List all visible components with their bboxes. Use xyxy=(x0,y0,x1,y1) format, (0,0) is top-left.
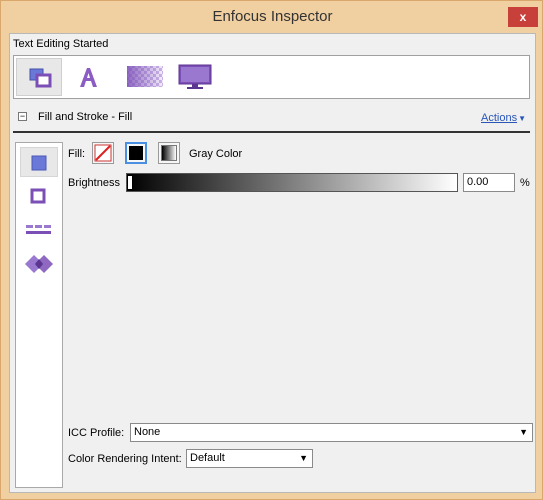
icc-profile-select[interactable]: None ▼ xyxy=(130,423,533,442)
gradient-icon xyxy=(161,145,177,161)
stroke-tab[interactable] xyxy=(20,181,58,211)
color-space-label: Gray Color xyxy=(189,148,243,160)
window-title: Enfocus Inspector xyxy=(212,8,333,25)
fill-tab[interactable] xyxy=(20,147,58,177)
section-header: − Fill and Stroke - Fill Actions▼ xyxy=(13,108,530,128)
rendering-intent-label: Color Rendering Intent: xyxy=(68,453,182,465)
slider-handle[interactable] xyxy=(127,175,133,190)
inspector-panel: Text Editing Started − Fill and Stroke -… xyxy=(9,33,536,493)
section-title: Fill and Stroke - Fill xyxy=(38,111,133,123)
solid-fill-swatch[interactable] xyxy=(125,142,147,164)
transparency-tab-button[interactable] xyxy=(122,58,168,96)
display-tab-button[interactable] xyxy=(172,58,218,96)
rendering-intent-select[interactable]: Default ▼ xyxy=(186,449,313,468)
fill-square-icon xyxy=(31,155,47,171)
no-fill-icon xyxy=(94,144,112,162)
section-divider xyxy=(13,131,530,133)
dropdown-arrow-icon: ▼ xyxy=(299,453,308,463)
overprint-icon xyxy=(25,255,53,273)
rendering-intent-value: Default xyxy=(190,452,225,464)
fill-label: Fill: xyxy=(68,148,86,160)
actions-label: Actions xyxy=(481,112,518,124)
monitor-icon xyxy=(178,64,212,89)
no-fill-swatch[interactable] xyxy=(92,142,114,164)
brightness-value-input[interactable]: 0.00 xyxy=(463,173,515,192)
status-text: Text Editing Started xyxy=(13,38,109,50)
category-toolbar xyxy=(13,55,530,99)
brightness-label: Brightness xyxy=(68,177,120,189)
close-button[interactable]: x xyxy=(508,7,538,27)
text-icon xyxy=(80,68,97,87)
chevron-down-icon: ▼ xyxy=(518,114,526,123)
stroke-square-icon xyxy=(30,188,46,204)
percent-unit: % xyxy=(520,177,530,189)
objects-icon xyxy=(29,68,52,88)
inspector-window: Enfocus Inspector x Text Editing Started xyxy=(0,0,543,500)
dash-pattern-icon xyxy=(26,225,51,234)
collapse-toggle[interactable]: − xyxy=(18,112,27,121)
title-bar[interactable]: Enfocus Inspector x xyxy=(1,1,543,33)
icc-profile-label: ICC Profile: xyxy=(68,427,125,439)
dash-tab[interactable] xyxy=(20,215,58,245)
text-tab-button[interactable] xyxy=(65,58,111,96)
brightness-slider[interactable] xyxy=(126,173,458,192)
actions-menu[interactable]: Actions▼ xyxy=(481,112,526,124)
objects-tab-button[interactable] xyxy=(16,58,62,96)
gradient-fill-swatch[interactable] xyxy=(158,142,180,164)
side-tab-strip xyxy=(15,142,63,488)
dropdown-arrow-icon: ▼ xyxy=(519,427,528,437)
solid-black-icon xyxy=(129,146,143,160)
transparency-icon xyxy=(127,66,163,87)
icc-profile-value: None xyxy=(134,426,161,438)
overprint-tab[interactable] xyxy=(20,249,58,279)
